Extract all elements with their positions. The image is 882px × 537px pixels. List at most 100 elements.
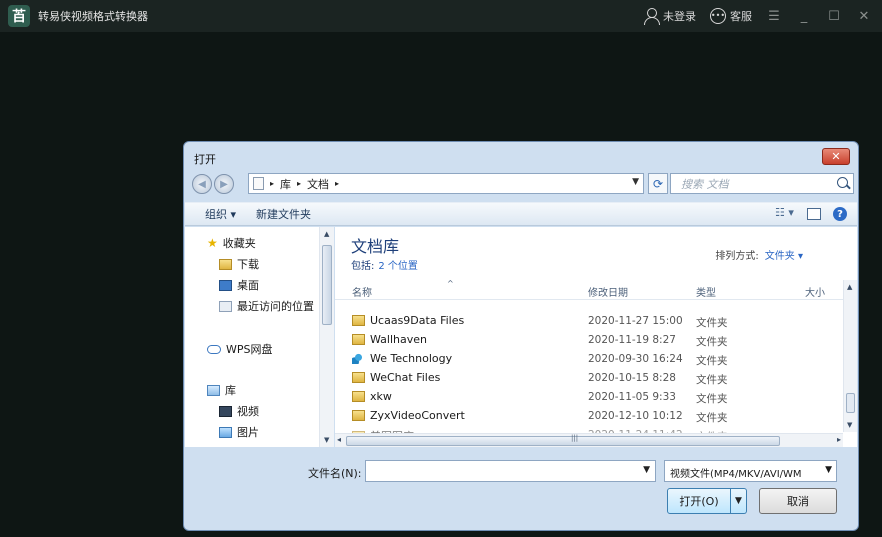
breadcrumb-separator-icon: ▸: [270, 179, 275, 188]
nav-desktop[interactable]: 桌面: [219, 277, 259, 293]
cancel-button[interactable]: 取消: [759, 488, 837, 514]
nav-downloads[interactable]: 下载: [219, 256, 259, 272]
nav-recent[interactable]: 最近访问的位置: [219, 298, 314, 314]
we-technology-folder-icon: [352, 353, 365, 364]
scrollbar-thumb[interactable]: |||: [346, 434, 780, 446]
search-input[interactable]: 搜索 文档: [670, 173, 854, 194]
toolbar-right-group: ☷ ▾ ?: [775, 206, 847, 222]
desktop-icon: [219, 279, 232, 291]
address-dropdown-icon[interactable]: ▼: [632, 177, 639, 187]
login-label: 未登录: [663, 10, 696, 23]
breadcrumb-item-library[interactable]: 库: [280, 176, 291, 192]
file-row[interactable]: Ucaas9Data Files 2020-11-27 15:00 文件夹: [335, 312, 843, 331]
preview-pane-icon[interactable]: [807, 208, 821, 220]
nav-libraries[interactable]: 库: [207, 382, 236, 398]
file-row[interactable]: ZyxVideoConvert 2020-12-10 10:12 文件夹: [335, 407, 843, 426]
file-type: 文件夹: [696, 336, 728, 348]
folder-icon: [352, 315, 365, 326]
app-title-bar: 苩 转易侠视频格式转换器 未登录 ••• 客服 ☰ _ ☐ ✕: [0, 0, 882, 32]
filename-input[interactable]: ▼: [365, 460, 656, 482]
nav-videos[interactable]: 视频: [219, 403, 259, 419]
dialog-title: 打开: [194, 153, 216, 166]
file-row[interactable]: Wallhaven 2020-11-19 8:27 文件夹: [335, 331, 843, 350]
minimize-icon[interactable]: _: [796, 9, 812, 24]
library-includes: 包括: 2 个位置: [351, 257, 418, 272]
nav-favorites[interactable]: ★ 收藏夹: [207, 235, 256, 251]
help-icon[interactable]: ?: [833, 207, 847, 221]
scrollbar-thumb[interactable]: [322, 245, 332, 325]
user-icon: [643, 8, 660, 25]
scroll-up-icon[interactable]: ▲: [847, 283, 852, 291]
dialog-close-button[interactable]: ✕: [822, 148, 850, 165]
column-header-name[interactable]: 名称: [352, 284, 372, 299]
scroll-left-icon[interactable]: ◂: [337, 435, 341, 444]
file-name: WeChat Files: [370, 371, 441, 384]
scroll-up-icon[interactable]: ▲: [324, 230, 329, 238]
navigation-scrollbar[interactable]: ▲ ▼: [319, 227, 334, 447]
menu-icon[interactable]: ☰: [766, 9, 782, 24]
login-button[interactable]: 未登录: [643, 8, 696, 25]
file-list-vertical-scrollbar[interactable]: ▲ ▼: [843, 280, 857, 432]
column-header-type[interactable]: 类型: [696, 284, 716, 299]
nav-videos-label: 视频: [237, 405, 259, 418]
file-row[interactable]: WeChat Files 2020-10-15 8:28 文件夹: [335, 369, 843, 388]
file-row[interactable]: xkw 2020-11-05 9:33 文件夹: [335, 388, 843, 407]
filename-dropdown-icon[interactable]: ▼: [643, 465, 650, 475]
new-folder-button[interactable]: 新建文件夹: [256, 206, 311, 222]
file-type: 文件夹: [696, 374, 728, 386]
dialog-toolbar: 组织 ▾ 新建文件夹 ☷ ▾ ?: [185, 202, 857, 226]
grip-icon: |||: [571, 434, 579, 442]
nav-pictures[interactable]: 图片: [219, 424, 259, 440]
document-icon: [253, 177, 264, 190]
filetype-select[interactable]: 视频文件(MP4/MKV/AVI/WM ▼: [664, 460, 837, 482]
video-library-icon: [219, 405, 232, 417]
maximize-icon[interactable]: ☐: [826, 9, 842, 24]
forward-icon[interactable]: ▶: [214, 174, 234, 194]
nav-libraries-label: 库: [225, 384, 236, 397]
recent-places-icon: [219, 300, 232, 312]
column-header-size[interactable]: 大小: [805, 284, 825, 299]
file-type: 文件夹: [696, 355, 728, 367]
file-list-pane: 文档库 包括: 2 个位置 排列方式: 文件夹 ▾ 名称 ^ 修改日期 类型 大小 …: [335, 227, 857, 447]
back-icon[interactable]: ◀: [192, 174, 212, 194]
folder-icon: [352, 391, 365, 402]
scroll-down-icon[interactable]: ▼: [847, 421, 852, 429]
column-header-date[interactable]: 修改日期: [588, 284, 628, 299]
picture-library-icon: [219, 426, 232, 438]
close-icon[interactable]: ✕: [856, 9, 872, 24]
open-options-dropdown-icon[interactable]: ▼: [731, 488, 747, 514]
address-bar[interactable]: ▸ 库 ▸ 文档 ▸ ▼: [248, 173, 644, 194]
breadcrumb-separator-icon: ▸: [335, 179, 340, 188]
file-name: Ucaas9Data Files: [370, 314, 465, 327]
file-date: 2020-12-10 10:12: [588, 410, 683, 422]
nav-wps[interactable]: WPS网盘: [207, 341, 273, 357]
file-row[interactable]: We Technology 2020-09-30 16:24 文件夹: [335, 350, 843, 369]
app-title: 转易侠视频格式转换器: [38, 10, 148, 23]
library-icon: [207, 384, 220, 396]
service-button[interactable]: ••• 客服: [710, 8, 752, 24]
nav-desktop-label: 桌面: [237, 279, 259, 292]
app-title-bar-controls: 未登录 ••• 客服 ☰ _ ☐ ✕: [643, 0, 872, 32]
file-name: ZyxVideoConvert: [370, 409, 465, 422]
nav-favorites-label: 收藏夹: [222, 237, 256, 250]
breadcrumb-item-documents[interactable]: 文档: [307, 176, 329, 192]
navigation-row: ◀ ▶ ▸ 库 ▸ 文档 ▸ ▼ ⟳ 搜索 文档: [192, 172, 854, 196]
scroll-right-icon[interactable]: ▸: [837, 435, 841, 444]
file-date: 2020-10-15 8:28: [588, 372, 676, 384]
file-list-horizontal-scrollbar[interactable]: ◂ ||| ▸: [335, 433, 843, 447]
scroll-down-icon[interactable]: ▼: [324, 436, 329, 444]
scrollbar-thumb[interactable]: [846, 393, 855, 413]
view-options-icon[interactable]: ☷ ▾: [775, 206, 795, 222]
filetype-dropdown-icon[interactable]: ▼: [823, 465, 832, 475]
search-icon[interactable]: [837, 177, 848, 188]
filetype-value: 视频文件(MP4/MKV/AVI/WM: [670, 469, 802, 480]
organize-button[interactable]: 组织 ▾: [205, 206, 236, 222]
file-date: 2020-11-05 9:33: [588, 391, 676, 403]
downloads-folder-icon: [219, 258, 232, 270]
library-title: 文档库: [351, 237, 400, 256]
open-button[interactable]: 打开(O): [667, 488, 731, 514]
arrange-by-dropdown[interactable]: 文件夹 ▾: [765, 251, 803, 262]
arrange-by-label: 排列方式:: [715, 251, 759, 262]
includes-locations-link[interactable]: 2 个位置: [378, 261, 418, 272]
refresh-icon[interactable]: ⟳: [648, 173, 668, 194]
